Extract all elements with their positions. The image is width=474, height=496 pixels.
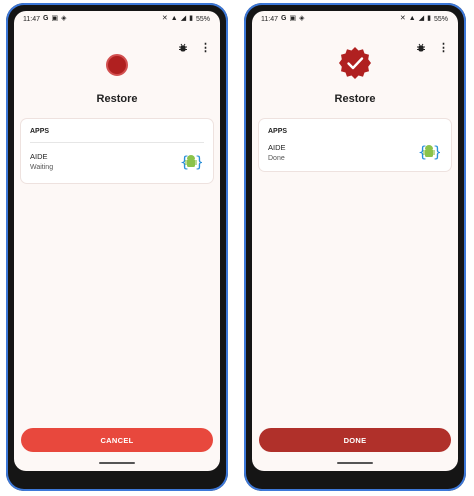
- phone-frame-left: 11:47 G ▣ ◈ ✕ ▲ ◢ ▮ 55% ⋮ Restore APPS A…: [6, 3, 228, 491]
- check-badge-icon: [339, 47, 371, 79]
- bug-report-icon[interactable]: [416, 43, 426, 53]
- status-time: 11:47: [261, 15, 278, 23]
- app-name: AIDE: [268, 143, 286, 152]
- apps-card: APPS AIDE Done { }: [259, 119, 451, 171]
- notification-icon: ▣: [289, 15, 297, 22]
- battery-icon: ▮: [427, 15, 431, 22]
- gesture-bar: [99, 462, 135, 464]
- app-status: Waiting: [30, 164, 54, 171]
- mute-icon: ✕: [161, 15, 168, 22]
- screen-right: 11:47 G ▣ ◈ ✕ ▲ ◢ ▮ 55% ⋮ Restore APPS A…: [252, 11, 458, 471]
- more-options-icon[interactable]: ⋮: [438, 43, 449, 54]
- status-bar: 11:47 G ▣ ◈ ✕ ▲ ◢ ▮ 55%: [14, 11, 220, 27]
- android-icon: { }: [418, 143, 440, 161]
- section-header-apps: APPS: [30, 128, 50, 135]
- divider: [30, 142, 204, 143]
- signal-icon: ▲: [408, 15, 416, 22]
- more-options-icon[interactable]: ⋮: [200, 43, 211, 54]
- gesture-bar: [337, 462, 373, 464]
- battery-percent: 55%: [195, 15, 210, 23]
- battery-percent: 55%: [433, 15, 448, 23]
- apps-card: APPS AIDE Waiting { }: [21, 119, 213, 183]
- screen-left: 11:47 G ▣ ◈ ✕ ▲ ◢ ▮ 55% ⋮ Restore APPS A…: [14, 11, 220, 471]
- mute-icon: ✕: [399, 15, 406, 22]
- cancel-button[interactable]: CANCEL: [21, 428, 213, 452]
- app-name: AIDE: [30, 152, 48, 161]
- wifi-icon: ◢: [418, 15, 425, 22]
- notification-icon-2: ◈: [299, 15, 305, 22]
- progress-indicator: [106, 54, 128, 76]
- google-icon: G: [43, 15, 49, 22]
- google-icon: G: [281, 15, 287, 22]
- page-title: Restore: [96, 93, 138, 105]
- android-icon: { }: [180, 153, 202, 171]
- app-status: Done: [268, 155, 285, 162]
- signal-icon: ▲: [170, 15, 178, 22]
- section-header-apps: APPS: [268, 128, 288, 135]
- notification-icon-2: ◈: [61, 15, 67, 22]
- notification-icon: ▣: [51, 15, 59, 22]
- status-time: 11:47: [23, 15, 40, 23]
- page-title: Restore: [334, 93, 376, 105]
- done-button[interactable]: DONE: [259, 428, 451, 452]
- bug-report-icon[interactable]: [178, 43, 188, 53]
- wifi-icon: ◢: [180, 15, 187, 22]
- battery-icon: ▮: [189, 15, 193, 22]
- status-bar: 11:47 G ▣ ◈ ✕ ▲ ◢ ▮ 55%: [252, 11, 458, 27]
- phone-frame-right: 11:47 G ▣ ◈ ✕ ▲ ◢ ▮ 55% ⋮ Restore APPS A…: [244, 3, 466, 491]
